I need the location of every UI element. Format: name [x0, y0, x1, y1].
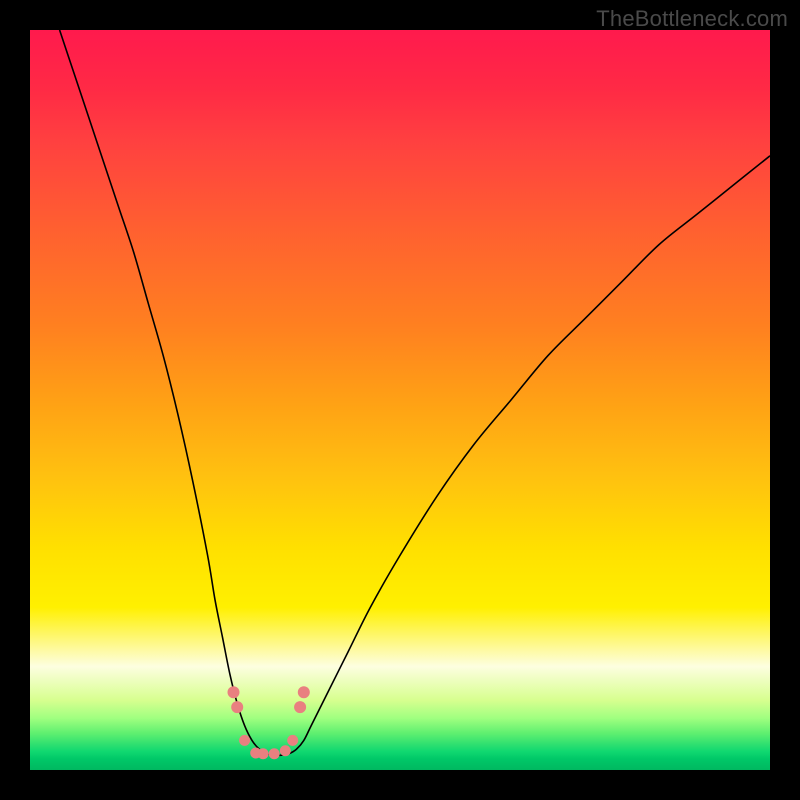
marker-dot: [298, 686, 310, 698]
chart-frame: TheBottleneck.com: [0, 0, 800, 800]
plot-area: [30, 30, 770, 770]
marker-dot: [239, 735, 250, 746]
chart-svg: [30, 30, 770, 770]
marker-dot: [287, 735, 298, 746]
marker-dot: [269, 748, 280, 759]
marker-dot: [294, 701, 306, 713]
marker-dot: [258, 748, 269, 759]
watermark-text: TheBottleneck.com: [596, 6, 788, 32]
bottleneck-curve: [60, 30, 770, 755]
marker-dot: [280, 745, 291, 756]
marker-dot: [228, 686, 240, 698]
marker-dot: [231, 701, 243, 713]
